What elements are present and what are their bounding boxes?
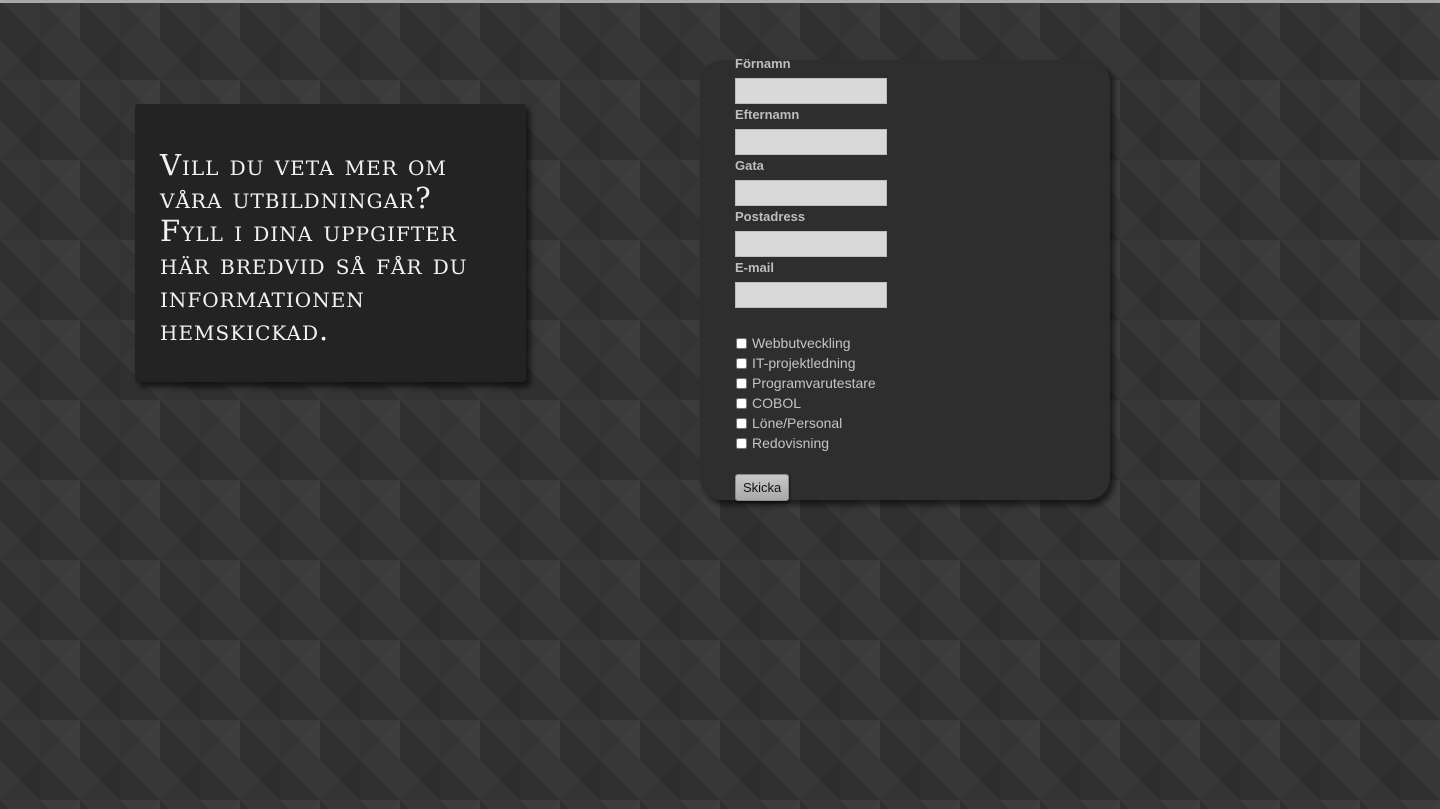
- field-group-gata: Gata: [735, 158, 1095, 209]
- email-input[interactable]: [735, 282, 887, 308]
- browser-top-edge: [0, 0, 1440, 3]
- programvarutestare-label: Programvarutestare: [752, 375, 876, 391]
- submit-button[interactable]: Skicka: [735, 474, 790, 501]
- course-option-webbutveckling: Webbutveckling: [735, 333, 1095, 353]
- lone-personal-label: Löne/Personal: [752, 415, 843, 431]
- course-option-it-projektledning: IT-projektledning: [735, 353, 1095, 373]
- efternamn-label: Efternamn: [735, 107, 800, 122]
- redovisning-checkbox[interactable]: [736, 437, 747, 449]
- redovisning-label: Redovisning: [752, 435, 830, 451]
- it-projektledning-checkbox[interactable]: [736, 357, 747, 369]
- course-option-redovisning: Redovisning: [735, 433, 1095, 453]
- webbutveckling-checkbox[interactable]: [736, 337, 747, 349]
- programvarutestare-checkbox[interactable]: [736, 377, 747, 389]
- efternamn-input[interactable]: [735, 129, 887, 155]
- course-option-programvarutestare: Programvarutestare: [735, 373, 1095, 393]
- field-group-postadress: Postadress: [735, 209, 1095, 260]
- webbutveckling-label: Webbutveckling: [752, 335, 851, 351]
- cobol-label: COBOL: [752, 395, 802, 411]
- field-group-efternamn: Efternamn: [735, 107, 1095, 158]
- field-group-fornamn: Förnamn: [735, 56, 1095, 107]
- field-group-email: E-mail: [735, 260, 1095, 311]
- gata-label: Gata: [735, 158, 764, 173]
- course-option-cobol: COBOL: [735, 393, 1095, 413]
- gata-input[interactable]: [735, 180, 887, 206]
- fornamn-label: Förnamn: [735, 56, 791, 71]
- it-projektledning-label: IT-projektledning: [752, 355, 856, 371]
- info-text: Vill du veta mer om våra utbildningar? F…: [160, 148, 468, 347]
- contact-form: Förnamn Efternamn Gata Postadress E-mail…: [735, 56, 1095, 501]
- postadress-input[interactable]: [735, 231, 887, 257]
- email-label: E-mail: [735, 260, 775, 275]
- lone-personal-checkbox[interactable]: [736, 417, 747, 429]
- course-checkbox-list: Webbutveckling IT-projektledning Program…: [735, 333, 1095, 453]
- cobol-checkbox[interactable]: [736, 397, 747, 409]
- info-box: Vill du veta mer om våra utbildningar? F…: [135, 104, 526, 382]
- course-option-lone-personal: Löne/Personal: [735, 413, 1095, 433]
- postadress-label: Postadress: [735, 209, 806, 224]
- fornamn-input[interactable]: [735, 78, 887, 104]
